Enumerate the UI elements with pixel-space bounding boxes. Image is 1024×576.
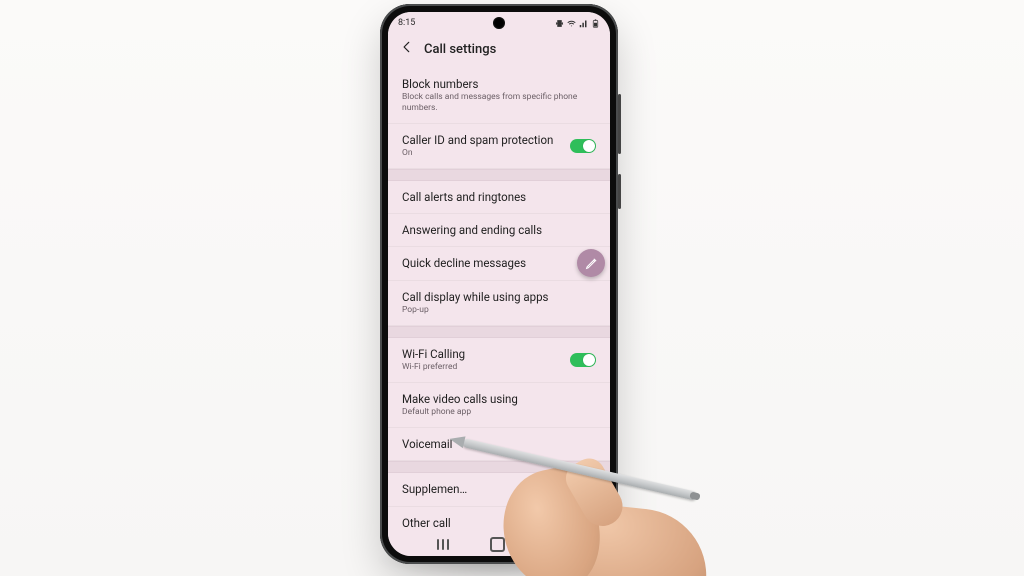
nav-home[interactable]	[490, 537, 505, 552]
edit-fab[interactable]	[577, 249, 605, 277]
row-title: Other call	[402, 516, 596, 530]
caller-id-spam-toggle[interactable]	[570, 139, 596, 153]
nav-recents[interactable]	[437, 539, 449, 550]
phone-frame: 8:15 Call settings Block numbersBlock ca…	[380, 4, 618, 564]
row-text: Block numbersBlock calls and messages fr…	[402, 77, 596, 114]
row-wifi-calling[interactable]: Wi-Fi CallingWi-Fi preferred	[388, 338, 610, 383]
screen-header: Call settings	[388, 34, 610, 68]
group-separator	[388, 169, 610, 181]
row-title: Quick decline messages	[402, 256, 596, 270]
chevron-left-icon	[400, 40, 414, 54]
back-button[interactable]	[400, 40, 414, 58]
row-title: Block numbers	[402, 77, 596, 91]
volume-button	[618, 94, 621, 154]
row-answering-ending[interactable]: Answering and ending calls	[388, 214, 610, 247]
row-title: Voicemail	[402, 437, 596, 451]
row-supplementary[interactable]: Supplemen…	[388, 473, 610, 506]
front-camera-hole	[493, 17, 505, 29]
row-subtitle: Default phone app	[402, 407, 596, 418]
row-subtitle: Pop-up	[402, 305, 596, 316]
status-bar: 8:15	[388, 12, 610, 34]
row-text: Caller ID and spam protectionOn	[402, 133, 560, 159]
wifi-icon	[567, 19, 576, 28]
power-button	[618, 174, 621, 209]
row-text: Call display while using appsPop-up	[402, 290, 596, 316]
row-title: Call display while using apps	[402, 290, 596, 304]
row-subtitle: Block calls and messages from specific p…	[402, 92, 596, 113]
status-time: 8:15	[398, 18, 415, 28]
nav-bar	[388, 532, 610, 556]
row-title: Answering and ending calls	[402, 223, 596, 237]
row-text: Voicemail	[402, 437, 596, 451]
row-voicemail[interactable]: Voicemail	[388, 428, 610, 461]
row-title: Wi-Fi Calling	[402, 347, 560, 361]
row-title: Call alerts and ringtones	[402, 190, 596, 204]
row-title: Supplemen…	[402, 482, 596, 496]
group-separator	[388, 326, 610, 338]
chevron-left-icon	[547, 536, 561, 550]
page-title: Call settings	[424, 42, 496, 57]
row-text: Answering and ending calls	[402, 223, 596, 237]
row-text: Supplemen…	[402, 482, 596, 496]
row-caller-id-spam[interactable]: Caller ID and spam protectionOn	[388, 124, 610, 169]
vibrate-icon	[555, 19, 564, 28]
row-text: Quick decline messages	[402, 256, 596, 270]
signal-icon	[579, 19, 588, 28]
row-text: Make video calls usingDefault phone app	[402, 392, 596, 418]
group-separator	[388, 461, 610, 473]
wifi-calling-toggle[interactable]	[570, 353, 596, 367]
row-text: Call alerts and ringtones	[402, 190, 596, 204]
row-title: Caller ID and spam protection	[402, 133, 560, 147]
phone-screen: 8:15 Call settings Block numbersBlock ca…	[388, 12, 610, 556]
row-title: Make video calls using	[402, 392, 596, 406]
row-subtitle: On	[402, 148, 560, 159]
row-call-alerts-ringtones[interactable]: Call alerts and ringtones	[388, 181, 610, 214]
row-call-display[interactable]: Call display while using appsPop-up	[388, 281, 610, 326]
row-block-numbers[interactable]: Block numbersBlock calls and messages fr…	[388, 68, 610, 124]
nav-back[interactable]	[547, 535, 561, 554]
row-subtitle: Wi-Fi preferred	[402, 362, 560, 373]
settings-list: Block numbersBlock calls and messages fr…	[388, 68, 610, 540]
row-text: Wi-Fi CallingWi-Fi preferred	[402, 347, 560, 373]
status-icons	[555, 19, 600, 28]
row-video-calls[interactable]: Make video calls usingDefault phone app	[388, 383, 610, 428]
pencil-icon	[585, 257, 598, 270]
battery-icon	[591, 19, 600, 28]
row-text: Other call	[402, 516, 596, 530]
